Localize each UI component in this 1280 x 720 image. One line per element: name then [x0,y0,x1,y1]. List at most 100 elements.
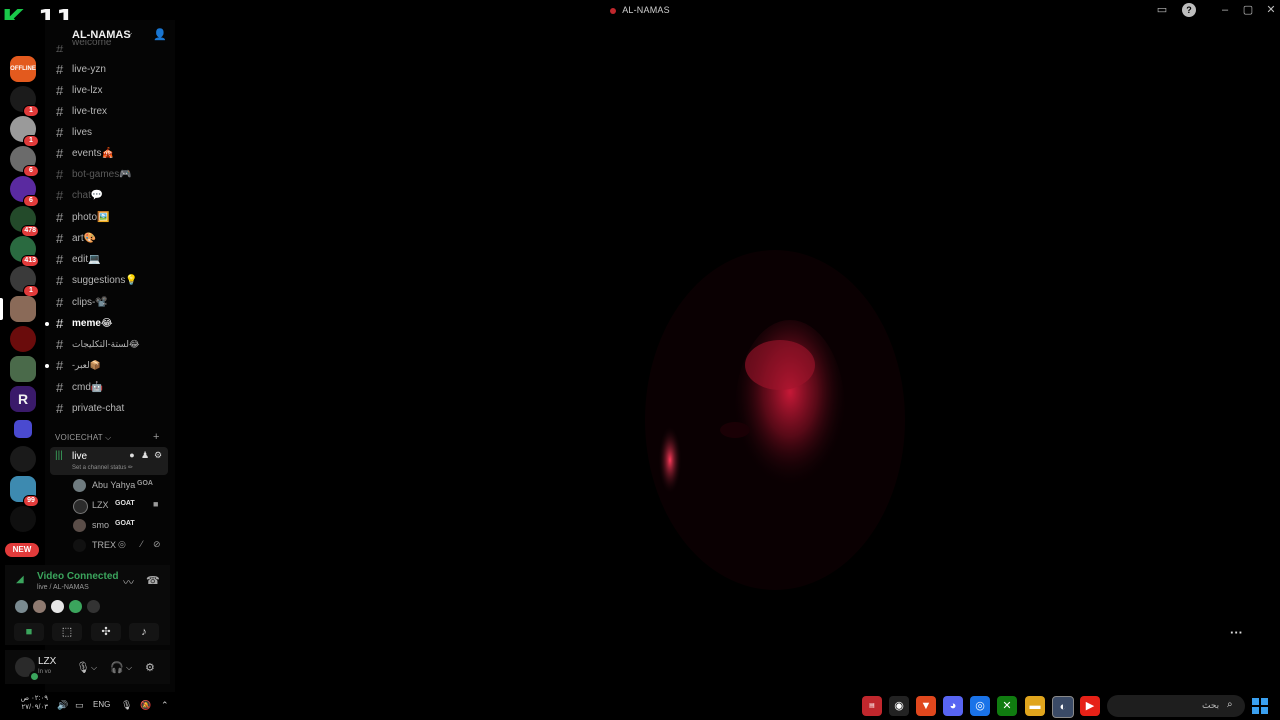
server-icon-offline[interactable]: OFFLINE [10,56,36,82]
voice-member[interactable]: smo GOAT [73,517,173,535]
server-icon[interactable]: 478 [10,206,39,237]
channel-edit[interactable]: # edit💻 [53,250,171,270]
deafened-icon: ⊘ [153,539,161,549]
user-panel: LZX In vo 🎙 ⌵ 🎧 ⌵ ⚙ [5,650,170,684]
channel-private-chat[interactable]: # private-chat [53,399,171,419]
user-name[interactable]: LZX [38,656,56,667]
hash-icon: # [56,316,64,331]
voice-member[interactable]: TREX ◎ ⁄ ⊘ [73,537,173,555]
channel-suggestions[interactable]: # suggestions💡 [53,271,171,291]
avatar [73,479,86,492]
connection-channel[interactable]: live / AL-NAMAS [37,584,89,591]
activity-avatar[interactable] [15,600,28,613]
channel-live-yzn[interactable]: # live-yzn [53,60,171,80]
voice-category-header[interactable]: VOICECHAT ⌵ [55,433,111,443]
channel-chat[interactable]: # chat💬 [53,186,171,206]
connection-status[interactable]: Video Connected [37,571,119,582]
chevron-down-icon[interactable]: ⌵ [91,663,97,673]
chat-bubble-icon[interactable]: ● [127,450,137,460]
microphone-icon[interactable]: 🎙 [76,661,90,674]
server-icon[interactable]: 1 [10,86,39,117]
channel-arabic-games[interactable]: # -لعبر📦 [45,356,171,376]
app-brave-icon[interactable]: ▼ [916,696,936,716]
notifications-off-icon[interactable]: 🔕 [140,700,151,711]
screenshare-button[interactable]: ⬚ [52,623,82,641]
voice-channel-live[interactable]: ||| live Set a channel status ✏ ● ♟ ⚙ [50,447,168,475]
noise-suppression-icon[interactable]: 〰 [123,574,134,590]
channel-meme[interactable]: # meme😂 [45,314,171,334]
activity-avatar[interactable] [51,600,64,613]
activities-button[interactable]: ✣ [91,623,121,641]
channel-status[interactable]: Set a channel status ✏ [72,464,133,471]
chevron-up-icon[interactable]: ⌃ [161,700,169,711]
channel-name: chat💬 [72,190,104,201]
headphones-icon[interactable]: 🎧 [110,661,124,674]
server-icon[interactable] [10,326,36,352]
channel-name: bot-games🎮 [72,169,132,180]
app-xbox-icon[interactable]: ✕ [997,696,1017,716]
help-icon[interactable]: ? [1182,3,1196,17]
server-icon[interactable]: 6 [10,146,39,177]
gear-icon[interactable]: ⚙ [145,661,155,674]
server-icon[interactable] [10,356,36,382]
microphone-icon[interactable]: 🎙 [121,700,132,711]
video-stream[interactable] [175,20,1280,692]
server-icon[interactable]: 413 [10,236,39,267]
taskbar-search[interactable]: بحث ⌕ [1107,695,1245,717]
server-icon[interactable]: R [10,386,36,412]
app-notes-icon[interactable]: ▤ [862,696,882,716]
server-icon[interactable]: 1 [10,266,39,297]
server-icon[interactable]: 6 [10,176,39,207]
channel-arabic-list[interactable]: # لستة-التكليجات😂 [53,335,171,355]
connection-signal-icon[interactable]: ◢ [16,574,24,585]
channel-live-lzx[interactable]: # live-lzx [53,81,171,101]
server-icon[interactable] [10,506,36,532]
volume-icon[interactable]: 🔊 [57,700,68,711]
channel-welcome[interactable]: # welcome [53,40,171,52]
server-icon[interactable]: 1 [10,116,39,147]
app-chrome-icon[interactable]: ◎ [970,696,990,716]
activity-avatar[interactable] [33,600,46,613]
chevron-down-icon[interactable]: ⌵ [126,663,132,673]
unread-badge: 6 [23,195,39,207]
taskbar-clock[interactable]: ٠٢:٠٩ ص ٢٧/٠٩/٠٣ [10,694,48,712]
voice-member[interactable]: Abu Yahya GOA [73,477,173,495]
channel-art[interactable]: # art🎨 [53,229,171,249]
app-discord-icon[interactable]: ◕ [943,696,963,716]
app-files-icon[interactable]: ▬ [1025,696,1045,716]
soundboard-button[interactable]: ♪ [129,623,159,641]
invite-icon[interactable]: ♟ [140,450,150,460]
language-indicator[interactable]: ENG [93,700,110,709]
camera-button[interactable]: ■ [14,623,44,641]
inbox-icon[interactable]: ▭ [1155,3,1169,17]
app-steam-icon[interactable]: ◐ [1052,696,1074,718]
create-channel-icon[interactable]: + [153,431,159,443]
close-icon[interactable]: ✕ [1264,3,1278,17]
new-badge[interactable]: NEW [5,543,39,557]
windows-start-icon[interactable] [1252,698,1268,714]
maximize-icon[interactable]: ▢ [1241,3,1255,17]
activity-avatar[interactable] [87,600,100,613]
activity-avatar[interactable] [69,600,82,613]
channel-lives[interactable]: # lives [53,123,171,143]
channel-live-trex[interactable]: # live-trex [53,102,171,122]
channel-bot-games[interactable]: # bot-games🎮 [53,165,171,185]
app-youtube-icon[interactable]: ▶ [1080,696,1100,716]
network-icon[interactable]: ▭ [75,700,84,711]
app-chrome-alt-icon[interactable]: ◉ [889,696,909,716]
channel-photo[interactable]: # photo🖼️ [53,208,171,228]
disconnect-icon[interactable]: ☎ [146,574,160,587]
voice-member[interactable]: LZX GOAT ■ [73,497,173,515]
server-icon[interactable] [10,446,36,472]
gear-icon[interactable]: ⚙ [153,450,163,460]
mic-muted-icon: ⁄ [141,539,143,549]
folder-icon[interactable] [14,420,32,438]
server-icon-al-namas[interactable] [0,296,36,322]
minimize-icon[interactable]: – [1218,3,1232,17]
channel-events[interactable]: # events🎪 [53,144,171,164]
more-options-icon[interactable]: ··· [1230,625,1243,640]
hash-icon: # [56,252,64,267]
server-icon[interactable]: 99 [10,476,39,507]
channel-clips[interactable]: # clips-📽️ [53,293,171,313]
channel-cmd[interactable]: # cmd🤖 [53,378,171,398]
